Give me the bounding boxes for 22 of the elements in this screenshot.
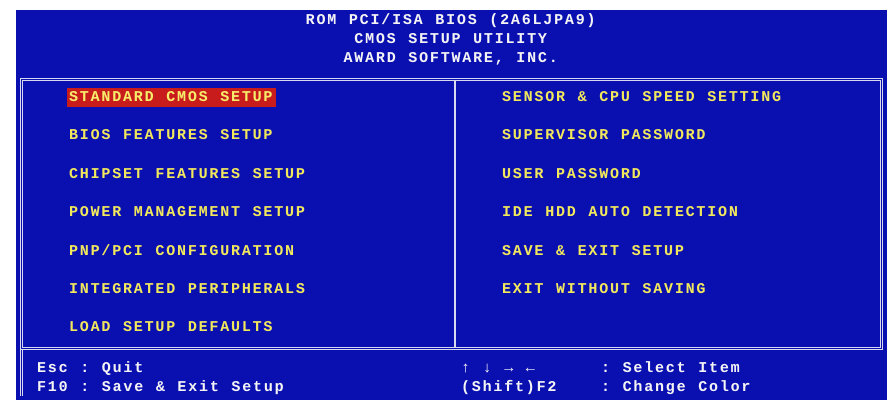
key-action: : Select Item xyxy=(601,360,742,377)
menu-item[interactable]: SUPERVISOR PASSWORD xyxy=(500,126,710,146)
menu-item[interactable]: EXIT WITHOUT SAVING xyxy=(500,280,710,299)
header-title: CMOS SETUP UTILITY xyxy=(354,30,549,49)
key-label: ↑ ↓ → ← xyxy=(461,359,538,378)
header-title: AWARD SOFTWARE, INC. xyxy=(343,49,560,68)
menu-item[interactable]: LOAD SETUP DEFAULTS xyxy=(67,318,276,338)
menu-item[interactable]: INTEGRATED PERIPHERALS xyxy=(67,280,309,299)
key-hint: F10 : Save & Exit Setup xyxy=(37,378,286,397)
menu-item[interactable]: STANDARD CMOS SETUP xyxy=(67,88,276,107)
menu-item[interactable]: SENSOR & CPU SPEED SETTING xyxy=(500,88,785,107)
menu-item[interactable]: BIOS FEATURES SETUP xyxy=(67,126,276,146)
menu-item[interactable]: SAVE & EXIT SETUP xyxy=(500,242,688,261)
key-hint: Esc : Quit xyxy=(37,359,146,378)
menu-item[interactable]: IDE HDD AUTO DETECTION xyxy=(500,203,742,222)
menu-item[interactable]: CHIPSET FEATURES SETUP xyxy=(67,164,309,184)
menu-item[interactable]: PNP/PCI CONFIGURATION xyxy=(67,242,298,261)
menu-item[interactable]: POWER MANAGEMENT SETUP xyxy=(67,203,309,222)
key-label: (Shift)F2 xyxy=(461,378,560,397)
menu-item[interactable]: USER PASSWORD xyxy=(500,164,644,184)
key-action: : Change Color xyxy=(601,379,752,396)
header-title: ROM PCI/ISA BIOS (2A6LJPA9) xyxy=(306,11,598,30)
